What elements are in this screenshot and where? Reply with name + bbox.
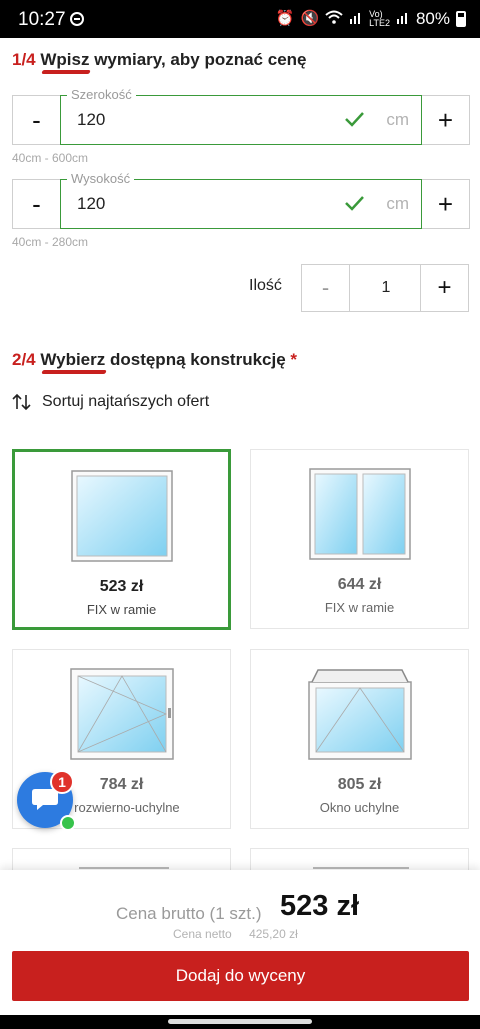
- net-price-value: 425,20 zł: [249, 927, 298, 941]
- step1-number: 1/4: [12, 50, 36, 69]
- window-preview-image: [313, 867, 409, 869]
- width-value[interactable]: 120: [77, 110, 105, 130]
- alarm-icon: ⏰: [275, 10, 295, 27]
- quantity-label: Ilość: [249, 277, 282, 294]
- price-summary-panel: Cena brutto (1 szt.) 523 zł Cena netto 4…: [0, 870, 480, 1015]
- product-card[interactable]: 805 zł Okno uchylne: [250, 649, 469, 829]
- quantity-value[interactable]: 1: [350, 265, 422, 311]
- step2-title: Wybierz dostępną konstrukcję: [40, 350, 286, 369]
- height-field[interactable]: Wysokość 120 cm: [60, 171, 422, 229]
- quantity-increase-button[interactable]: +: [420, 265, 468, 311]
- check-icon: [345, 196, 364, 211]
- step2-number: 2/4: [12, 350, 36, 369]
- net-price-label: Cena netto: [173, 927, 232, 941]
- width-label: Szerokość: [67, 87, 136, 102]
- width-increase-button[interactable]: +: [422, 95, 470, 145]
- check-icon: [345, 112, 364, 127]
- battery-icon: [456, 11, 466, 27]
- chat-unread-badge: 1: [50, 770, 74, 794]
- sort-label: Sortuj najtańszych ofert: [42, 393, 210, 410]
- gross-price-value: 523 zł: [280, 890, 359, 922]
- height-range-hint: 40cm - 280cm: [12, 235, 89, 249]
- status-bar: 10:27 ⏰ 🔇 Vo) LTE2 80%: [0, 0, 480, 38]
- width-field[interactable]: Szerokość 120 cm: [60, 87, 422, 145]
- sort-arrows-icon: [12, 393, 31, 411]
- window-fix-image: [70, 470, 173, 562]
- step1-underline: [41, 70, 91, 74]
- height-unit: cm: [386, 194, 409, 213]
- window-tilt-image: [307, 669, 412, 760]
- step2-underline: [41, 370, 107, 374]
- product-price: 805 zł: [337, 776, 382, 793]
- sort-button[interactable]: Sortuj najtańszych ofert: [12, 392, 209, 412]
- product-name: FIX w ramie: [324, 600, 395, 615]
- width-row: - Szerokość 120 cm +: [12, 87, 470, 145]
- status-time: 10:27: [18, 9, 66, 30]
- product-card[interactable]: 523 zł FIX w ramie: [12, 449, 231, 630]
- required-mark: *: [290, 350, 298, 369]
- product-price: 644 zł: [337, 576, 382, 593]
- step2-heading: 2/4 Wybierz dostępną konstrukcję *: [12, 350, 297, 370]
- step1-title: Wpisz wymiary, aby poznać cenę: [40, 50, 307, 69]
- notification-icon: [70, 12, 84, 26]
- window-fix-double-image: [308, 468, 411, 560]
- volte-icon: Vo) LTE2: [369, 9, 390, 28]
- gross-price-label: Cena brutto (1 szt.): [116, 904, 262, 923]
- chat-online-indicator: [60, 815, 76, 831]
- signal-icon: [349, 10, 363, 29]
- width-range-hint: 40cm - 600cm: [12, 151, 89, 165]
- navigation-bar: [0, 1015, 480, 1029]
- quantity-stepper: - 1 +: [301, 264, 469, 312]
- height-value[interactable]: 120: [77, 194, 105, 214]
- window-preview-image: [79, 867, 169, 869]
- height-row: - Wysokość 120 cm +: [12, 171, 470, 229]
- battery-percent: 80%: [415, 9, 450, 28]
- net-price-row: Cena netto 425,20 zł: [173, 927, 298, 941]
- home-indicator[interactable]: [168, 1019, 312, 1024]
- window-tilt-turn-image: [69, 668, 174, 760]
- height-increase-button[interactable]: +: [422, 179, 470, 229]
- add-to-quote-button[interactable]: Dodaj do wyceny: [12, 951, 469, 1001]
- signal-icon: [396, 10, 410, 29]
- width-decrease-button[interactable]: -: [12, 95, 60, 145]
- wifi-icon: [325, 10, 343, 29]
- mute-icon: 🔇: [300, 10, 320, 27]
- product-name: FIX w ramie: [86, 602, 157, 617]
- status-icons: ⏰ 🔇 Vo) LTE2 80%: [276, 9, 466, 29]
- height-label: Wysokość: [67, 171, 135, 186]
- product-card[interactable]: 644 zł FIX w ramie: [250, 449, 469, 629]
- height-decrease-button[interactable]: -: [12, 179, 60, 229]
- step1-heading: 1/4 Wpisz wymiary, aby poznać cenę: [12, 50, 306, 70]
- product-price: 523 zł: [99, 578, 144, 595]
- quantity-decrease-button[interactable]: -: [302, 265, 350, 311]
- product-name: Okno uchylne: [319, 800, 400, 815]
- width-unit: cm: [386, 110, 409, 129]
